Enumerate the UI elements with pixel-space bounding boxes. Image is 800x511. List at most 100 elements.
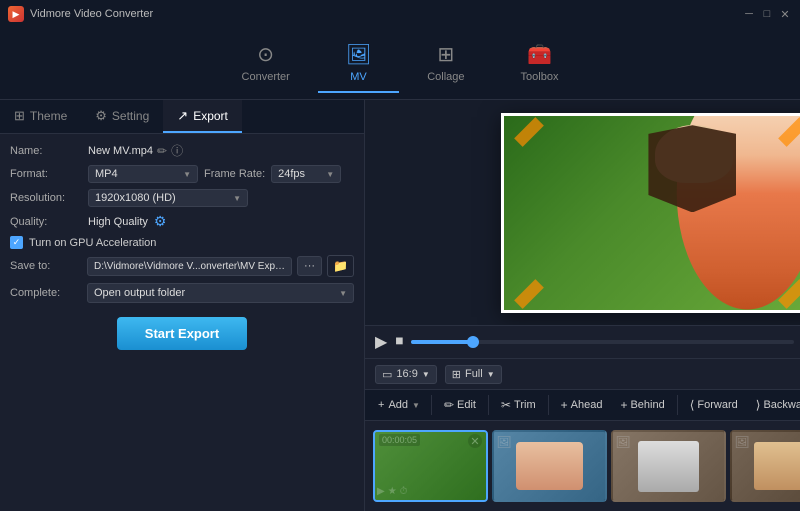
playback-bar: ▶ ⏹ 00:00:03.23/00:00:20.00 🔊	[365, 325, 800, 358]
divider-1	[431, 395, 432, 415]
collage-icon: ⊞	[437, 42, 454, 67]
quality-row: Quality: High Quality ⚙	[10, 213, 354, 230]
add-dropdown-arrow: ▼	[412, 401, 420, 410]
name-value: New MV.mp4	[88, 145, 153, 157]
frame-rate-value: 24fps	[278, 168, 305, 180]
format-row: Format: MP4 ▼ Frame Rate: 24fps ▼	[10, 165, 354, 183]
divider-3	[548, 395, 549, 415]
close-button[interactable]: ✕	[778, 7, 792, 21]
resolution-label: Resolution:	[10, 192, 82, 204]
open-folder-button[interactable]: 📁	[327, 255, 354, 277]
maximize-button[interactable]: □	[760, 7, 774, 21]
theme-icon: ⊞	[14, 108, 25, 124]
right-panel: ▶ ⏹ 00:00:03.23/00:00:20.00 🔊 ▭ 16:9 ▼ ⊞…	[365, 100, 800, 511]
start-export-button[interactable]: Start Export	[117, 317, 247, 350]
trim-label: Trim	[514, 399, 536, 411]
add-button[interactable]: + Add ▼	[371, 396, 427, 414]
ahead-button[interactable]: + Ahead	[553, 394, 611, 416]
fit-icon: ⊞	[452, 368, 461, 381]
mv-icon: 🖼	[346, 42, 371, 67]
clip-item[interactable]: 🖼	[492, 430, 607, 502]
backward-label: Backward	[763, 399, 800, 411]
edit-label: Edit	[457, 399, 476, 411]
progress-bar[interactable]	[411, 340, 794, 344]
path-ellipsis-button[interactable]: ···	[297, 256, 322, 276]
ahead-label: Ahead	[571, 399, 603, 411]
nav-item-collage[interactable]: ⊞ Collage	[399, 34, 492, 93]
tab-export[interactable]: ↗ Export	[163, 100, 242, 133]
format-value: MP4	[95, 168, 118, 180]
collage-label: Collage	[427, 71, 464, 83]
main-layout: ⊞ Theme ⚙ Setting ↗ Export Name: New MV.…	[0, 100, 800, 511]
fit-select[interactable]: ⊞ Full ▼	[445, 365, 502, 384]
resolution-value: 1920x1080 (HD)	[95, 192, 176, 204]
tab-setting[interactable]: ⚙ Setting	[81, 100, 163, 133]
stop-button[interactable]: ⏹	[395, 333, 403, 351]
nav-item-mv[interactable]: 🖼 MV	[318, 34, 399, 93]
controls-row: ▭ 16:9 ▼ ⊞ Full ▼ Start Export	[365, 358, 800, 389]
left-panel: ⊞ Theme ⚙ Setting ↗ Export Name: New MV.…	[0, 100, 365, 511]
tab-theme-label: Theme	[30, 109, 67, 123]
info-icon[interactable]: ⓘ	[171, 142, 183, 159]
mv-label: MV	[350, 71, 367, 83]
ratio-dropdown-arrow: ▼	[422, 370, 430, 379]
complete-select[interactable]: Open output folder ▼	[87, 283, 354, 303]
resolution-select[interactable]: 1920x1080 (HD) ▼	[88, 189, 248, 207]
fps-dropdown-arrow: ▼	[326, 170, 334, 179]
export-icon: ↗	[177, 108, 188, 124]
export-settings: Name: New MV.mp4 ✏ ⓘ Format: MP4 ▼ Frame…	[0, 134, 364, 511]
app-title: Vidmore Video Converter	[30, 8, 153, 20]
timeline-wrapper: 1 / 4 00:00:05 ✕ ▶ ★ ⏱ 🖼	[365, 421, 800, 511]
behind-label: Behind	[630, 399, 664, 411]
format-dropdown-arrow: ▼	[183, 170, 191, 179]
tab-setting-label: Setting	[112, 109, 149, 123]
complete-row: Complete: Open output folder ▼	[10, 283, 354, 303]
converter-label: Converter	[242, 71, 290, 83]
format-label: Format:	[10, 168, 82, 180]
play-button[interactable]: ▶	[375, 332, 387, 352]
preview-area	[365, 100, 800, 325]
save-to-row: Save to: D:\Vidmore\Vidmore V...onverter…	[10, 255, 354, 277]
forward-label: Forward	[697, 399, 737, 411]
tab-theme[interactable]: ⊞ Theme	[0, 100, 81, 133]
toolbox-icon: 🧰	[527, 42, 552, 67]
fit-dropdown-arrow: ▼	[487, 370, 495, 379]
clip-item[interactable]: 00:00:05 ✕ ▶ ★ ⏱	[373, 430, 488, 502]
behind-button[interactable]: + Behind	[612, 394, 672, 416]
timeline: 00:00:05 ✕ ▶ ★ ⏱ 🖼	[365, 421, 800, 511]
trim-icon: ✂	[501, 398, 511, 412]
converter-icon: ⊙	[257, 42, 274, 67]
forward-icon: ⟨	[690, 398, 695, 412]
clip-item[interactable]: 🖼	[730, 430, 800, 502]
divider-2	[488, 395, 489, 415]
ahead-icon: +	[561, 398, 568, 412]
save-to-label: Save to:	[10, 260, 82, 272]
preview-image	[504, 116, 800, 310]
complete-value: Open output folder	[94, 287, 185, 299]
nav-item-converter[interactable]: ⊙ Converter	[214, 34, 318, 93]
ratio-select[interactable]: ▭ 16:9 ▼	[375, 365, 437, 384]
gpu-row: ✓ Turn on GPU Acceleration	[10, 236, 354, 249]
backward-button[interactable]: ⟩ Backward	[748, 394, 800, 416]
forward-button[interactable]: ⟨ Forward	[682, 394, 746, 416]
title-bar: ▶ Vidmore Video Converter ─ □ ✕	[0, 0, 800, 28]
behind-icon: +	[620, 398, 627, 412]
gpu-checkbox[interactable]: ✓	[10, 236, 23, 249]
nav-item-toolbox[interactable]: 🧰 Toolbox	[493, 34, 587, 93]
app-icon: ▶	[8, 6, 24, 22]
title-bar-left: ▶ Vidmore Video Converter	[8, 6, 153, 22]
quality-settings-button[interactable]: ⚙	[154, 213, 167, 230]
complete-dropdown-arrow: ▼	[339, 289, 347, 298]
resolution-dropdown-arrow: ▼	[233, 194, 241, 203]
trim-button[interactable]: ✂ Trim	[493, 394, 544, 416]
minimize-button[interactable]: ─	[742, 7, 756, 21]
edit-icon[interactable]: ✏	[157, 144, 167, 158]
frame-rate-label: Frame Rate:	[204, 168, 265, 180]
quality-value: High Quality	[88, 216, 148, 228]
frame-rate-select[interactable]: 24fps ▼	[271, 165, 341, 183]
clip-item[interactable]: 🖼	[611, 430, 726, 502]
format-select[interactable]: MP4 ▼	[88, 165, 198, 183]
window-controls[interactable]: ─ □ ✕	[742, 7, 792, 21]
fit-value: Full	[465, 368, 483, 380]
edit-button[interactable]: ✏ Edit	[436, 394, 484, 416]
